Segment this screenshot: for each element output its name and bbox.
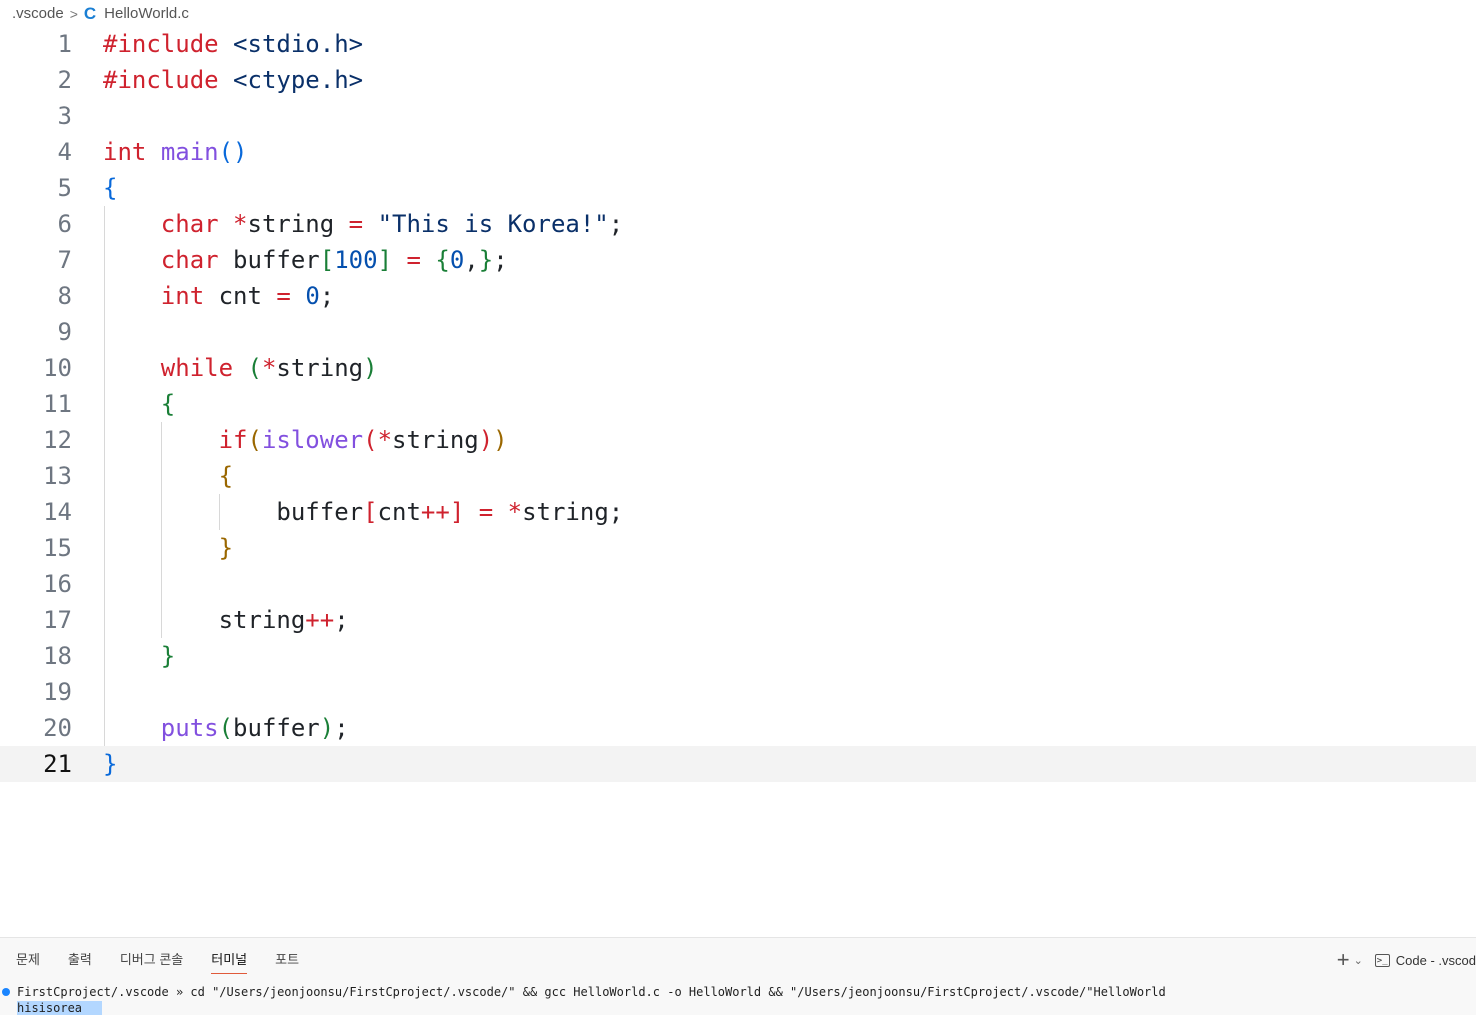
chevron-down-icon[interactable]: ⌄ [1354, 954, 1363, 967]
line-number: 7 [57, 246, 72, 274]
line-number: 1 [57, 30, 72, 58]
code-text: char *string = "This is Korea!"; [160, 210, 624, 238]
command-status-dot [2, 988, 10, 996]
line-number: 4 [57, 138, 72, 166]
code-line[interactable]: 10 while (*string) [0, 350, 1476, 386]
indent-guide [219, 494, 220, 530]
code-text: #include <stdio.h> [103, 30, 364, 58]
line-number: 5 [57, 174, 72, 202]
code-line[interactable]: 8 int cnt = 0; [0, 278, 1476, 314]
code-line[interactable]: 12 if(islower(*string)) [0, 422, 1476, 458]
code-editor[interactable]: 1 #include <stdio.h> 2 #include <ctype.h> 3 4… [0, 26, 1476, 936]
code-text: } [160, 642, 176, 670]
panel-tab[interactable]: 포트 [275, 938, 299, 982]
line-number: 15 [43, 534, 72, 562]
code-text: string++; [103, 606, 349, 634]
line-number: 16 [43, 570, 72, 598]
line-number: 9 [57, 318, 72, 346]
new-terminal-button[interactable]: + [1337, 947, 1350, 973]
line-number: 17 [43, 606, 72, 634]
code-text: } [103, 750, 118, 778]
code-line[interactable]: 20 puts(buffer); [0, 710, 1476, 746]
line-number: 20 [43, 714, 72, 742]
code-text: { [103, 174, 118, 202]
bottom-panel: 문제 출력 디버그 콘솔 터미널 포트 + ⌄ >_ Code - .vscod Fir… [0, 937, 1476, 1015]
terminal-actions: + ⌄ >_ Code - .vscod [1337, 938, 1476, 982]
code-text: { [218, 462, 234, 490]
selected-output-text: hisisorea [17, 1001, 103, 1015]
c-file-icon: C [83, 3, 97, 23]
code-line[interactable]: 4 int main() [0, 134, 1476, 170]
line-number: 21 [43, 750, 72, 778]
code-text: buffer[cnt++] = *string; [103, 498, 624, 526]
code-line[interactable]: 11 { [0, 386, 1476, 422]
code-line[interactable]: 16 [0, 566, 1476, 602]
line-number: 13 [43, 462, 72, 490]
line-number: 6 [57, 210, 72, 238]
code-text: char buffer[100] = {0,}; [160, 246, 508, 274]
panel-tab[interactable]: 문제 [16, 938, 40, 982]
code-line[interactable]: 19 [0, 674, 1476, 710]
code-text: int main() [103, 138, 248, 166]
code-text: } [218, 534, 234, 562]
panel-tab[interactable]: 출력 [68, 938, 92, 982]
code-text: while (*string) [160, 354, 378, 382]
panel-tab[interactable]: 디버그 콘솔 [120, 938, 183, 982]
code-text: int cnt = 0; [160, 282, 335, 310]
line-number: 2 [57, 66, 72, 94]
panel-tab[interactable]: 터미널 [211, 938, 247, 982]
code-line[interactable]: 18 } [0, 638, 1476, 674]
code-line[interactable]: 9 [0, 314, 1476, 350]
indent-guide [104, 206, 105, 746]
terminal-command-line: FirstCproject/.vscode » cd "/Users/jeonj… [17, 985, 1166, 999]
panel-tabs: 문제 출력 디버그 콘솔 터미널 포트 [0, 938, 327, 982]
code-line[interactable]: 21} [0, 746, 1476, 782]
line-number: 8 [57, 282, 72, 310]
code-line[interactable]: 7 char buffer[100] = {0,}; [0, 242, 1476, 278]
chevron-right-icon: > [69, 5, 78, 22]
code-text: { [160, 390, 176, 418]
code-line[interactable]: 14 buffer[cnt++] = *string; [0, 494, 1476, 530]
breadcrumb: .vscode > C HelloWorld.c [0, 0, 1476, 27]
code-line[interactable]: 13 { [0, 458, 1476, 494]
code-text: if(islower(*string)) [218, 426, 508, 454]
code-line[interactable]: 15 } [0, 530, 1476, 566]
code-line[interactable]: 1 #include <stdio.h> [0, 26, 1476, 62]
terminal-icon: >_ [1374, 953, 1390, 967]
indent-guide [161, 422, 162, 638]
line-number: 12 [43, 426, 72, 454]
breadcrumb-file[interactable]: HelloWorld.c [104, 5, 189, 22]
code-text: #include <ctype.h> [103, 66, 364, 94]
line-number: 14 [43, 498, 72, 526]
code-text: puts(buffer); [160, 714, 349, 742]
code-line[interactable]: 5{ [0, 170, 1476, 206]
breadcrumb-folder[interactable]: .vscode [12, 5, 64, 22]
line-number: 10 [43, 354, 72, 382]
line-number: 11 [43, 390, 72, 418]
line-number: 3 [57, 102, 72, 130]
code-line[interactable]: 3 [0, 98, 1476, 134]
line-number: 19 [43, 678, 72, 706]
terminal-output-line: hisisorea [17, 1000, 103, 1016]
line-number: 18 [43, 642, 72, 670]
code-line[interactable]: 17 string++; [0, 602, 1476, 638]
code-line[interactable]: 6 char *string = "This is Korea!"; [0, 206, 1476, 242]
terminal-name[interactable]: Code - .vscod [1396, 953, 1476, 968]
code-line[interactable]: 2 #include <ctype.h> [0, 62, 1476, 98]
